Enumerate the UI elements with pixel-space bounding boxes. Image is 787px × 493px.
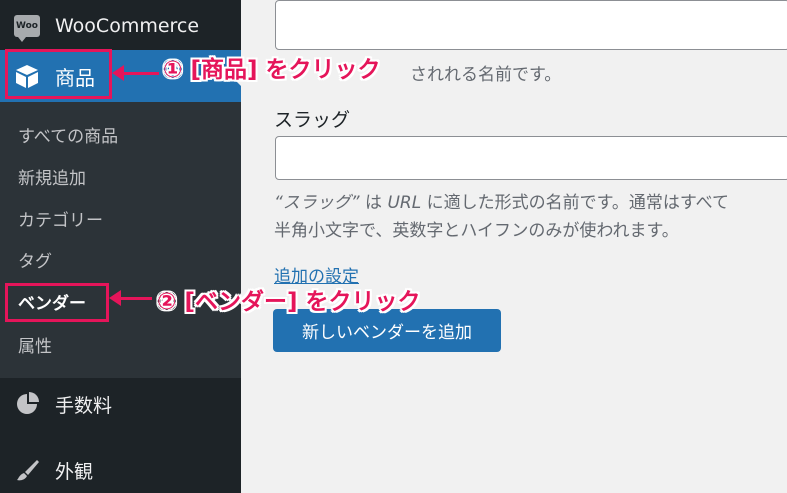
submenu-item-categories[interactable]: カテゴリー <box>18 206 103 231</box>
paintbrush-icon <box>13 456 41 484</box>
name-field[interactable] <box>275 0 787 50</box>
sidebar-item-label: 外観 <box>55 460 94 483</box>
slug-description-line2: 半角小文字で、英数字とハイフンのみが使われます。 <box>274 221 679 241</box>
products-submenu: すべての商品 新規追加 カテゴリー タグ ベンダー 属性 <box>0 102 241 378</box>
sidebar-item-woocommerce[interactable]: Woo WooCommerce <box>0 8 241 44</box>
annotation-arrow-2 <box>109 290 152 306</box>
highlight-products <box>5 49 112 99</box>
slug-field[interactable] <box>275 136 787 180</box>
slug-label: スラッグ <box>274 109 351 131</box>
name-field-description: されれる名前です。 <box>410 65 562 85</box>
annotation-step-1: ① [商品] をクリック <box>163 57 381 83</box>
annotation-step-2: ② [ベンダー] をクリック <box>157 289 421 315</box>
submenu-item-attributes[interactable]: 属性 <box>18 332 52 357</box>
slug-description-line1: “スラッグ” は URL に適した形式の名前です。通常はすべて <box>274 193 730 213</box>
annotation-arrow-1 <box>112 65 159 81</box>
pie-chart-icon <box>13 390 41 418</box>
woocommerce-icon: Woo <box>13 12 41 42</box>
sidebar-item-label: 手数料 <box>55 394 113 417</box>
submenu-item-tags[interactable]: タグ <box>18 247 52 272</box>
submenu-item-add-new[interactable]: 新規追加 <box>18 164 86 189</box>
sidebar-item-fees[interactable]: 手数料 <box>0 382 241 426</box>
highlight-vendors <box>5 283 109 322</box>
sidebar-item-appearance[interactable]: 外観 <box>0 448 241 492</box>
sidebar-item-label: WooCommerce <box>55 15 200 37</box>
submenu-item-all-products[interactable]: すべての商品 <box>18 122 118 147</box>
